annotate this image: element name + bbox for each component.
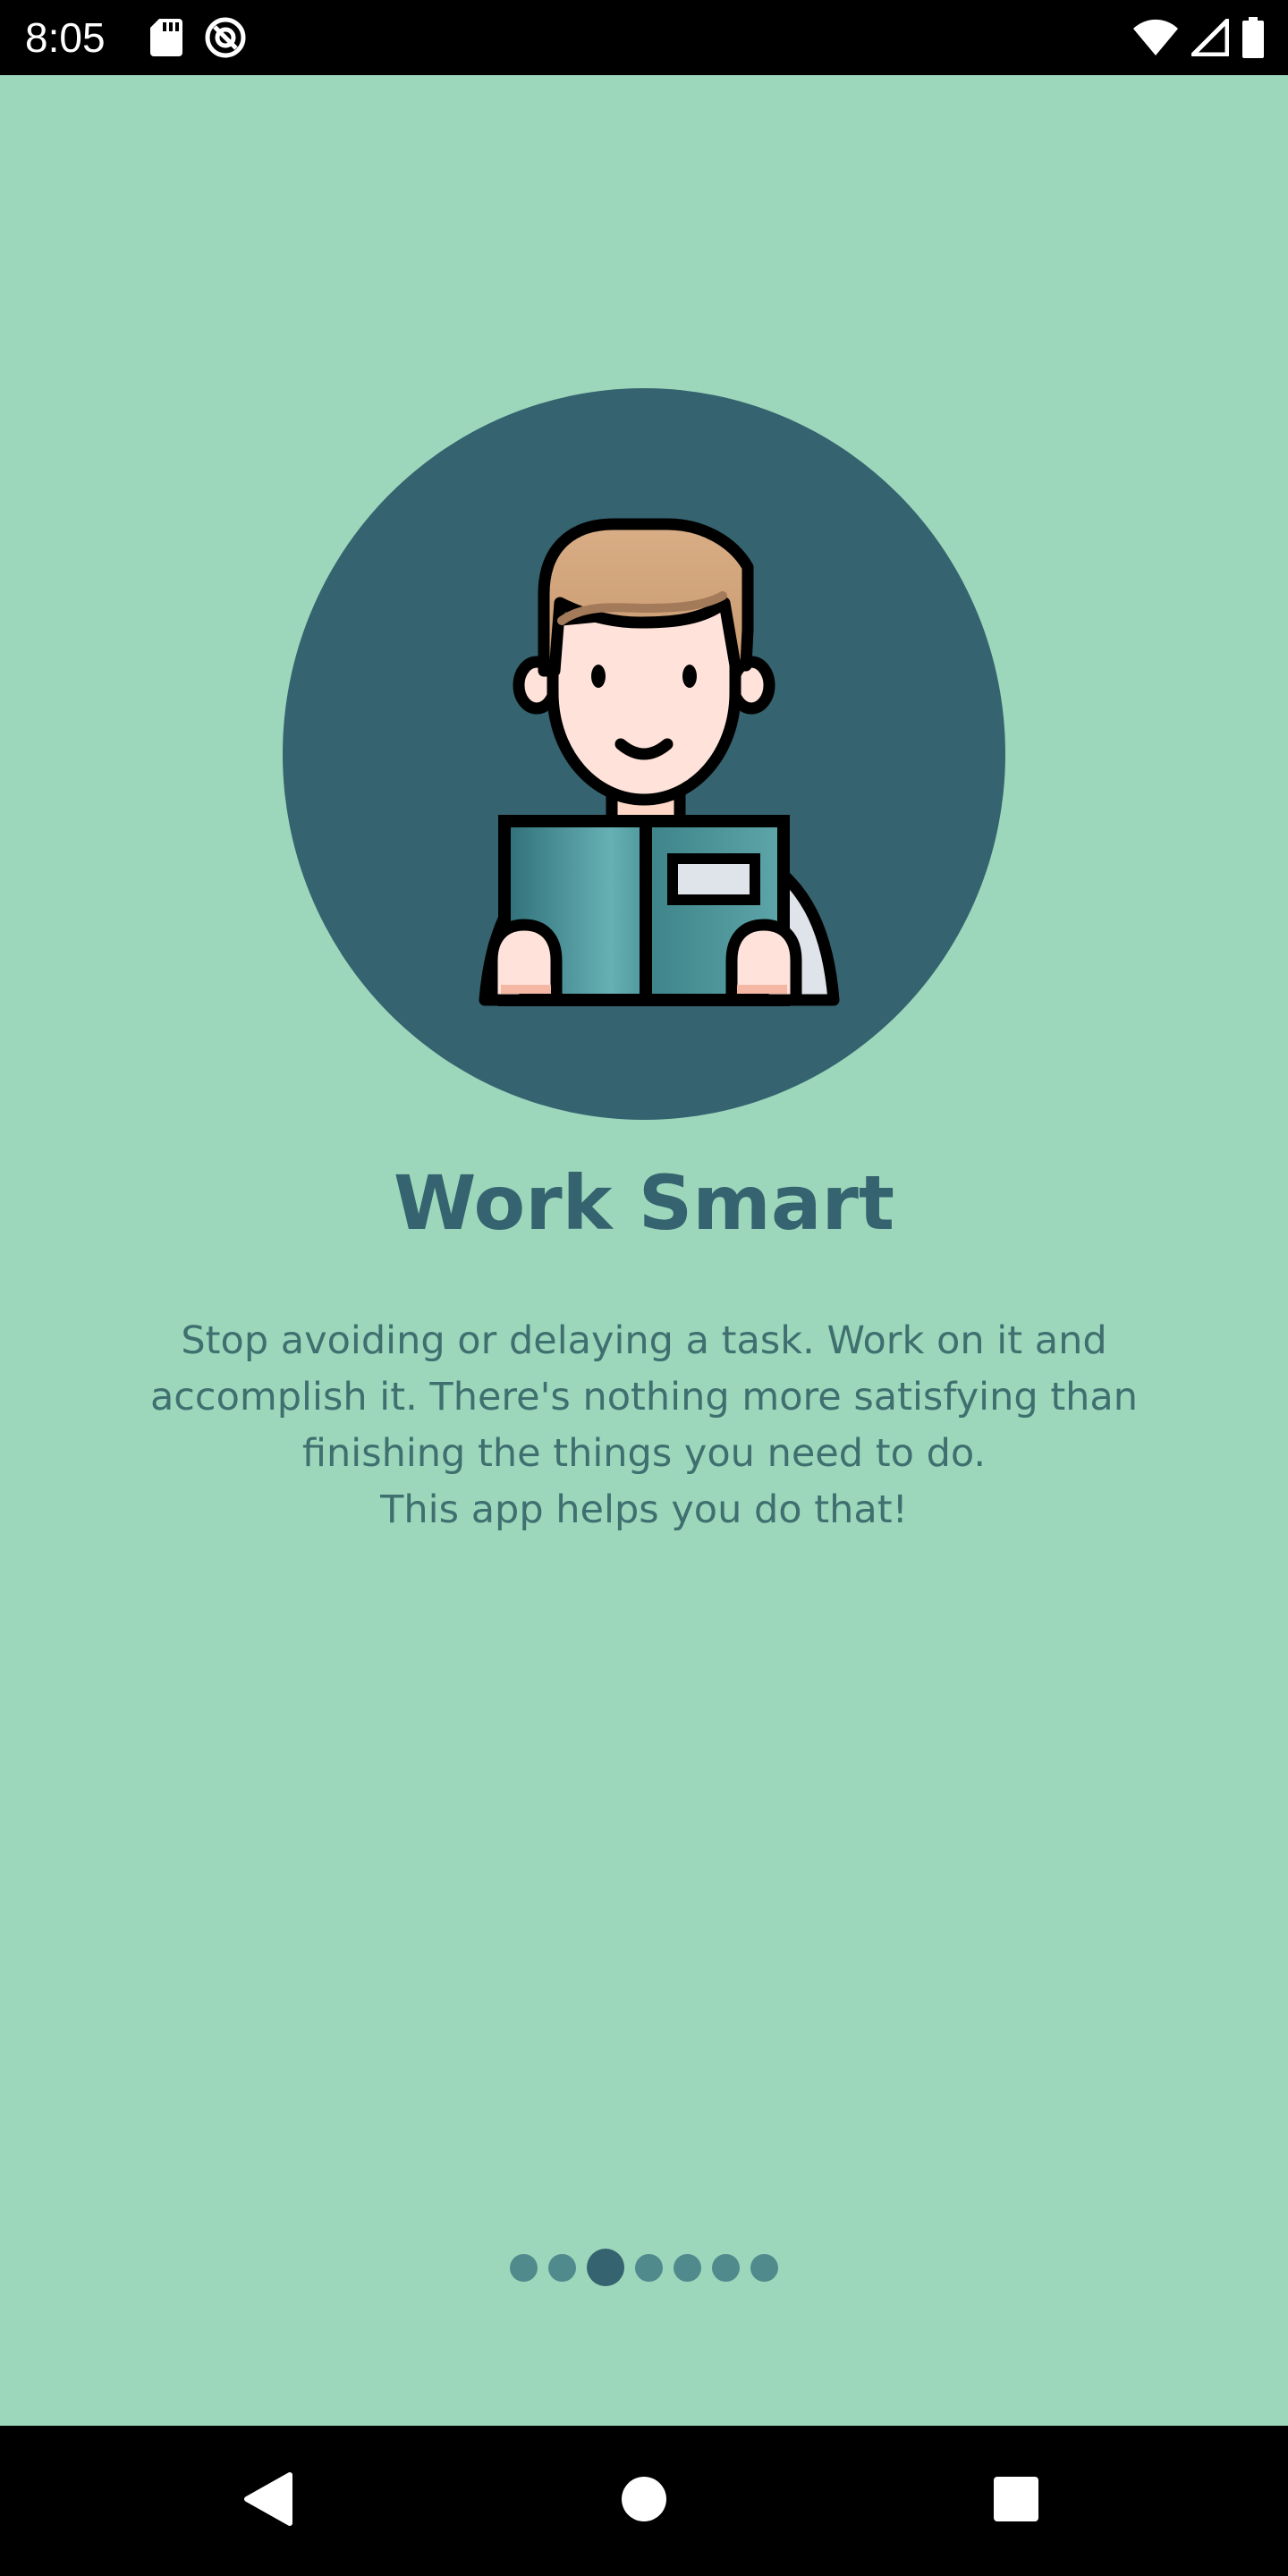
page-description: Stop avoiding or delaying a task. Work o… (149, 1318, 1139, 1532)
person-reading-book-illustration (283, 388, 1005, 1120)
page-dot-1[interactable] (510, 2253, 538, 2282)
onboarding-screen: 8:05 Work Smart Stop avoiding or delayin… (0, 0, 1288, 2576)
status-left-icons (148, 16, 247, 59)
page-dot-6[interactable] (712, 2253, 740, 2282)
page-dot-4[interactable] (635, 2253, 663, 2282)
sd-card-icon (148, 17, 184, 58)
page-dot-2[interactable] (548, 2253, 576, 2282)
page-dot-5[interactable] (674, 2253, 701, 2282)
cell-signal-icon (1191, 19, 1229, 56)
page-dot-3-active[interactable] (587, 2249, 624, 2286)
page-indicator[interactable] (0, 2245, 1288, 2290)
page-dot-7[interactable] (750, 2253, 778, 2282)
back-icon (242, 2471, 295, 2530)
status-time: 8:05 (25, 14, 106, 61)
battery-icon (1241, 17, 1265, 58)
status-right-icons (1132, 16, 1265, 59)
recents-icon (992, 2475, 1040, 2527)
home-button[interactable] (608, 2465, 680, 2537)
recents-button[interactable] (980, 2465, 1052, 2537)
do-not-disturb-icon (204, 16, 247, 59)
status-bar: 8:05 (0, 0, 1288, 75)
back-button[interactable] (233, 2465, 304, 2537)
wifi-icon (1132, 18, 1179, 57)
navigation-bar (0, 2426, 1288, 2576)
page-title: Work Smart (393, 1159, 895, 1247)
home-icon (620, 2475, 668, 2527)
